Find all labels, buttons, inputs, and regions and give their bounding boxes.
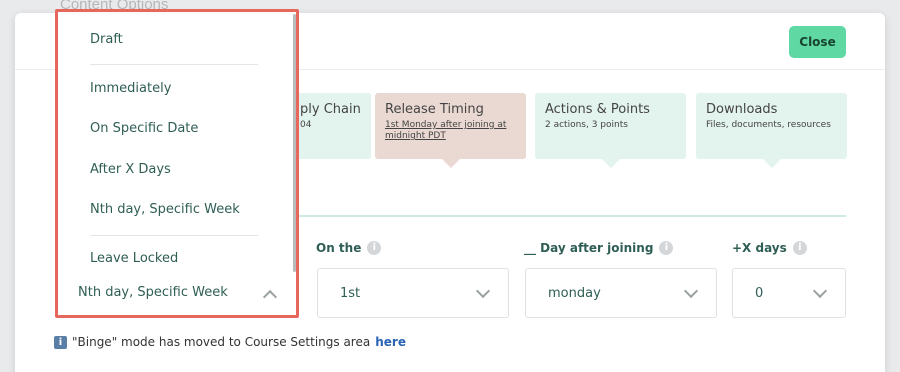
chevron-down-icon — [812, 283, 828, 299]
card-title: Downloads — [706, 102, 778, 117]
info-icon[interactable]: i — [659, 241, 674, 255]
dropdown-option-nth-day[interactable]: Nth day, Specific Week — [90, 202, 240, 217]
dropdown-option-immediately[interactable]: Immediately — [90, 81, 171, 96]
on-the-label-text: On the — [316, 241, 362, 255]
info-icon[interactable]: i — [367, 241, 382, 255]
dropdown-selected-value[interactable]: Nth day, Specific Week — [78, 285, 228, 300]
plus-days-label: +X days i — [732, 241, 807, 255]
card-title: Actions & Points — [545, 102, 650, 117]
card-downloads[interactable]: Downloads Files, documents, resources — [696, 93, 847, 168]
day-after-value: monday — [548, 285, 601, 301]
dropdown-option-after-x-days[interactable]: After X Days — [90, 162, 171, 177]
on-the-label: On the i — [316, 241, 382, 255]
close-button[interactable]: Close — [789, 26, 846, 58]
card-title: Release Timing — [385, 102, 484, 117]
chevron-up-icon[interactable] — [262, 289, 278, 305]
card-actions-points[interactable]: Actions & Points 2 actions, 3 points — [535, 93, 686, 168]
dropdown-option-leave-locked[interactable]: Leave Locked — [90, 251, 178, 266]
day-after-label: __ Day after joining i — [524, 241, 674, 255]
card-subtitle: Files, documents, resources — [706, 120, 831, 130]
card-subtitle[interactable]: 1st Monday after joining at midnight PDT — [385, 120, 516, 142]
day-after-select[interactable]: monday — [525, 268, 717, 318]
dropdown-option-specific-date[interactable]: On Specific Date — [90, 121, 198, 136]
card-release-timing[interactable]: Release Timing 1st Monday after joining … — [375, 93, 526, 168]
card-subtitle: 2 actions, 3 points — [545, 120, 628, 130]
card-pointer — [763, 159, 781, 168]
card-pointer — [602, 159, 620, 168]
plus-days-label-text: +X days — [732, 241, 787, 255]
chevron-down-icon — [475, 283, 491, 299]
binge-note: i "Binge" mode has moved to Course Setti… — [54, 335, 406, 349]
plus-days-value: 0 — [755, 285, 764, 301]
dropdown-scrollbar[interactable] — [293, 14, 296, 272]
card-pointer — [442, 159, 460, 168]
dropdown-separator — [90, 235, 258, 236]
info-icon[interactable]: i — [792, 241, 807, 255]
release-type-dropdown[interactable]: Draft Immediately On Specific Date After… — [55, 9, 299, 318]
chevron-down-icon — [683, 283, 699, 299]
day-after-label-text: __ Day after joining — [524, 241, 654, 255]
card-supply-chain[interactable]: ply Chain 04 — [290, 93, 371, 159]
dropdown-separator — [90, 64, 258, 65]
section-divider — [293, 215, 846, 217]
card-subtitle: 04 — [300, 120, 312, 130]
on-the-select[interactable]: 1st — [317, 268, 509, 318]
card-title: ply Chain — [300, 102, 361, 117]
dropdown-option-draft[interactable]: Draft — [90, 32, 123, 47]
info-icon: i — [54, 335, 67, 349]
on-the-value: 1st — [340, 285, 361, 301]
binge-settings-link[interactable]: here — [375, 335, 406, 349]
binge-note-text: "Binge" mode has moved to Course Setting… — [72, 335, 371, 349]
plus-days-select[interactable]: 0 — [732, 268, 846, 318]
